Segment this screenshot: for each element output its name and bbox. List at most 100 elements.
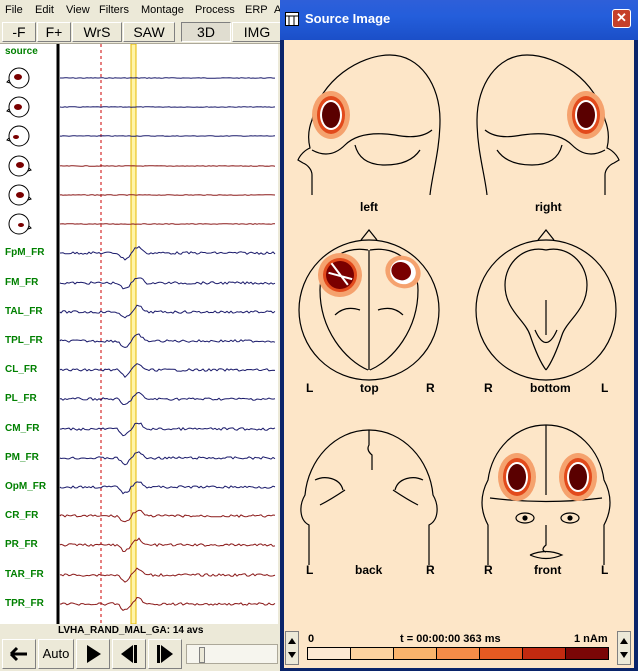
eeg-trace xyxy=(59,304,276,319)
menu-view[interactable]: View xyxy=(66,4,90,16)
colorbar-swatch xyxy=(565,647,609,660)
menu-file[interactable]: File xyxy=(5,4,23,16)
menu-filters[interactable]: Filters xyxy=(99,4,129,16)
eeg-trace xyxy=(59,509,276,523)
eeg-trace xyxy=(59,135,276,137)
channel-label: TAR_FR xyxy=(5,569,44,580)
eeg-trace xyxy=(59,165,276,167)
view-label-right: right xyxy=(535,200,562,214)
saw-button[interactable]: SAW xyxy=(123,22,175,42)
source-image-canvas: left right L top R R bottom L L back R R… xyxy=(284,40,634,668)
view-label-left: left xyxy=(360,200,378,214)
view-label-back: back xyxy=(355,563,383,577)
head-source-icon xyxy=(8,213,32,235)
step-forward-button[interactable] xyxy=(148,639,182,669)
view-label-L: L xyxy=(306,381,314,395)
eeg-trace xyxy=(59,391,276,406)
menu-process[interactable]: Process xyxy=(195,4,235,16)
view-label-L: L xyxy=(601,381,609,395)
bottom-view xyxy=(475,229,617,381)
menu-montage[interactable]: Montage xyxy=(141,4,184,16)
auto-button[interactable]: Auto xyxy=(38,639,74,669)
head-source-icon xyxy=(8,184,32,206)
channel-label: CM_FR xyxy=(5,423,40,434)
close-button[interactable]: ✕ xyxy=(612,9,631,28)
eeg-trace xyxy=(59,596,276,612)
channel-label: OpM_FR xyxy=(5,481,47,492)
spinner-arrows-icon xyxy=(620,638,628,658)
eeg-trace xyxy=(59,333,276,349)
view-label-R: R xyxy=(484,381,493,395)
back-view xyxy=(300,429,438,565)
channel-label: PM_FR xyxy=(5,452,39,463)
colorbar-swatch xyxy=(436,647,480,660)
view-label-R: R xyxy=(426,563,435,577)
channel-label: CL_FR xyxy=(5,364,38,375)
step-back-button[interactable] xyxy=(112,639,146,669)
view-label-front: front xyxy=(534,563,562,577)
channel-label: FM_FR xyxy=(5,277,39,288)
slider-thumb[interactable] xyxy=(199,647,205,663)
eeg-trace xyxy=(59,194,276,196)
menu-edit[interactable]: Edit xyxy=(35,4,54,16)
time-readout: t = 00:00:00 363 ms xyxy=(400,633,501,645)
eeg-trace-panel[interactable]: source FpM_FR FM_FR TAL_FR TPL_FR CL_FR … xyxy=(0,44,278,624)
colorbar-swatch xyxy=(393,647,437,660)
eeg-trace xyxy=(59,422,276,437)
3d-button[interactable]: 3D xyxy=(181,22,231,42)
arrow-left-icon xyxy=(9,646,27,662)
view-label-R: R xyxy=(484,563,493,577)
back-button[interactable] xyxy=(2,639,36,669)
view-label-L: L xyxy=(601,563,609,577)
toolbar: -F F+ WrS SAW 3D IMG xyxy=(0,21,282,44)
channel-label: TAL_FR xyxy=(5,306,43,317)
colorbar-swatch xyxy=(522,647,566,660)
view-label-top: top xyxy=(360,381,379,395)
head-source-icon xyxy=(6,125,30,147)
filter-plus-button[interactable]: F+ xyxy=(37,22,71,42)
scale-spinner[interactable] xyxy=(617,631,631,665)
spinner-arrows-icon xyxy=(288,638,296,658)
eeg-trace xyxy=(59,481,276,495)
window-app-icon xyxy=(285,12,299,26)
view-label-L: L xyxy=(306,563,314,577)
dataset-label: LVHA_RAND_MAL_GA: 14 avs xyxy=(58,625,204,636)
source-image-window: Source Image ✕ left right L top R R bott… xyxy=(280,0,638,671)
colorbar-min-label: 0 xyxy=(308,633,315,645)
colorbar-swatch xyxy=(307,647,351,660)
eeg-traces xyxy=(56,44,276,624)
eeg-trace xyxy=(59,537,276,553)
colorbar-swatch xyxy=(350,647,394,660)
close-icon: ✕ xyxy=(616,10,627,25)
eeg-trace xyxy=(59,567,276,583)
menu-erp[interactable]: ERP xyxy=(245,4,268,16)
step-back-icon xyxy=(121,645,137,663)
eeg-trace xyxy=(59,223,275,225)
front-view xyxy=(481,424,611,565)
channel-label: TPL_FR xyxy=(5,335,43,346)
eeg-trace xyxy=(59,451,276,466)
wrs-button[interactable]: WrS xyxy=(72,22,122,42)
window-titlebar[interactable]: Source Image ✕ xyxy=(280,0,638,40)
play-button[interactable] xyxy=(76,639,110,669)
source-label: source xyxy=(5,46,38,57)
head-source-icon xyxy=(8,155,32,177)
img-button[interactable]: IMG xyxy=(232,22,282,42)
eeg-trace xyxy=(60,245,276,261)
playback-controls: Auto xyxy=(0,636,280,671)
time-slider[interactable] xyxy=(186,644,278,664)
head-source-icon xyxy=(6,67,30,89)
channel-label: FpM_FR xyxy=(5,247,45,258)
filter-minus-button[interactable]: -F xyxy=(2,22,36,42)
eeg-trace xyxy=(59,363,276,378)
top-view xyxy=(298,229,440,381)
eeg-trace xyxy=(60,77,275,79)
head-source-icon xyxy=(6,96,30,118)
channel-label: PL_FR xyxy=(5,393,37,404)
window-title: Source Image xyxy=(305,11,391,26)
colorbar-swatch xyxy=(479,647,523,660)
time-spinner[interactable] xyxy=(285,631,299,665)
play-icon xyxy=(87,645,101,663)
menu-bar: File Edit View Filters Montage Process E… xyxy=(0,0,281,21)
brain-views xyxy=(297,54,620,565)
